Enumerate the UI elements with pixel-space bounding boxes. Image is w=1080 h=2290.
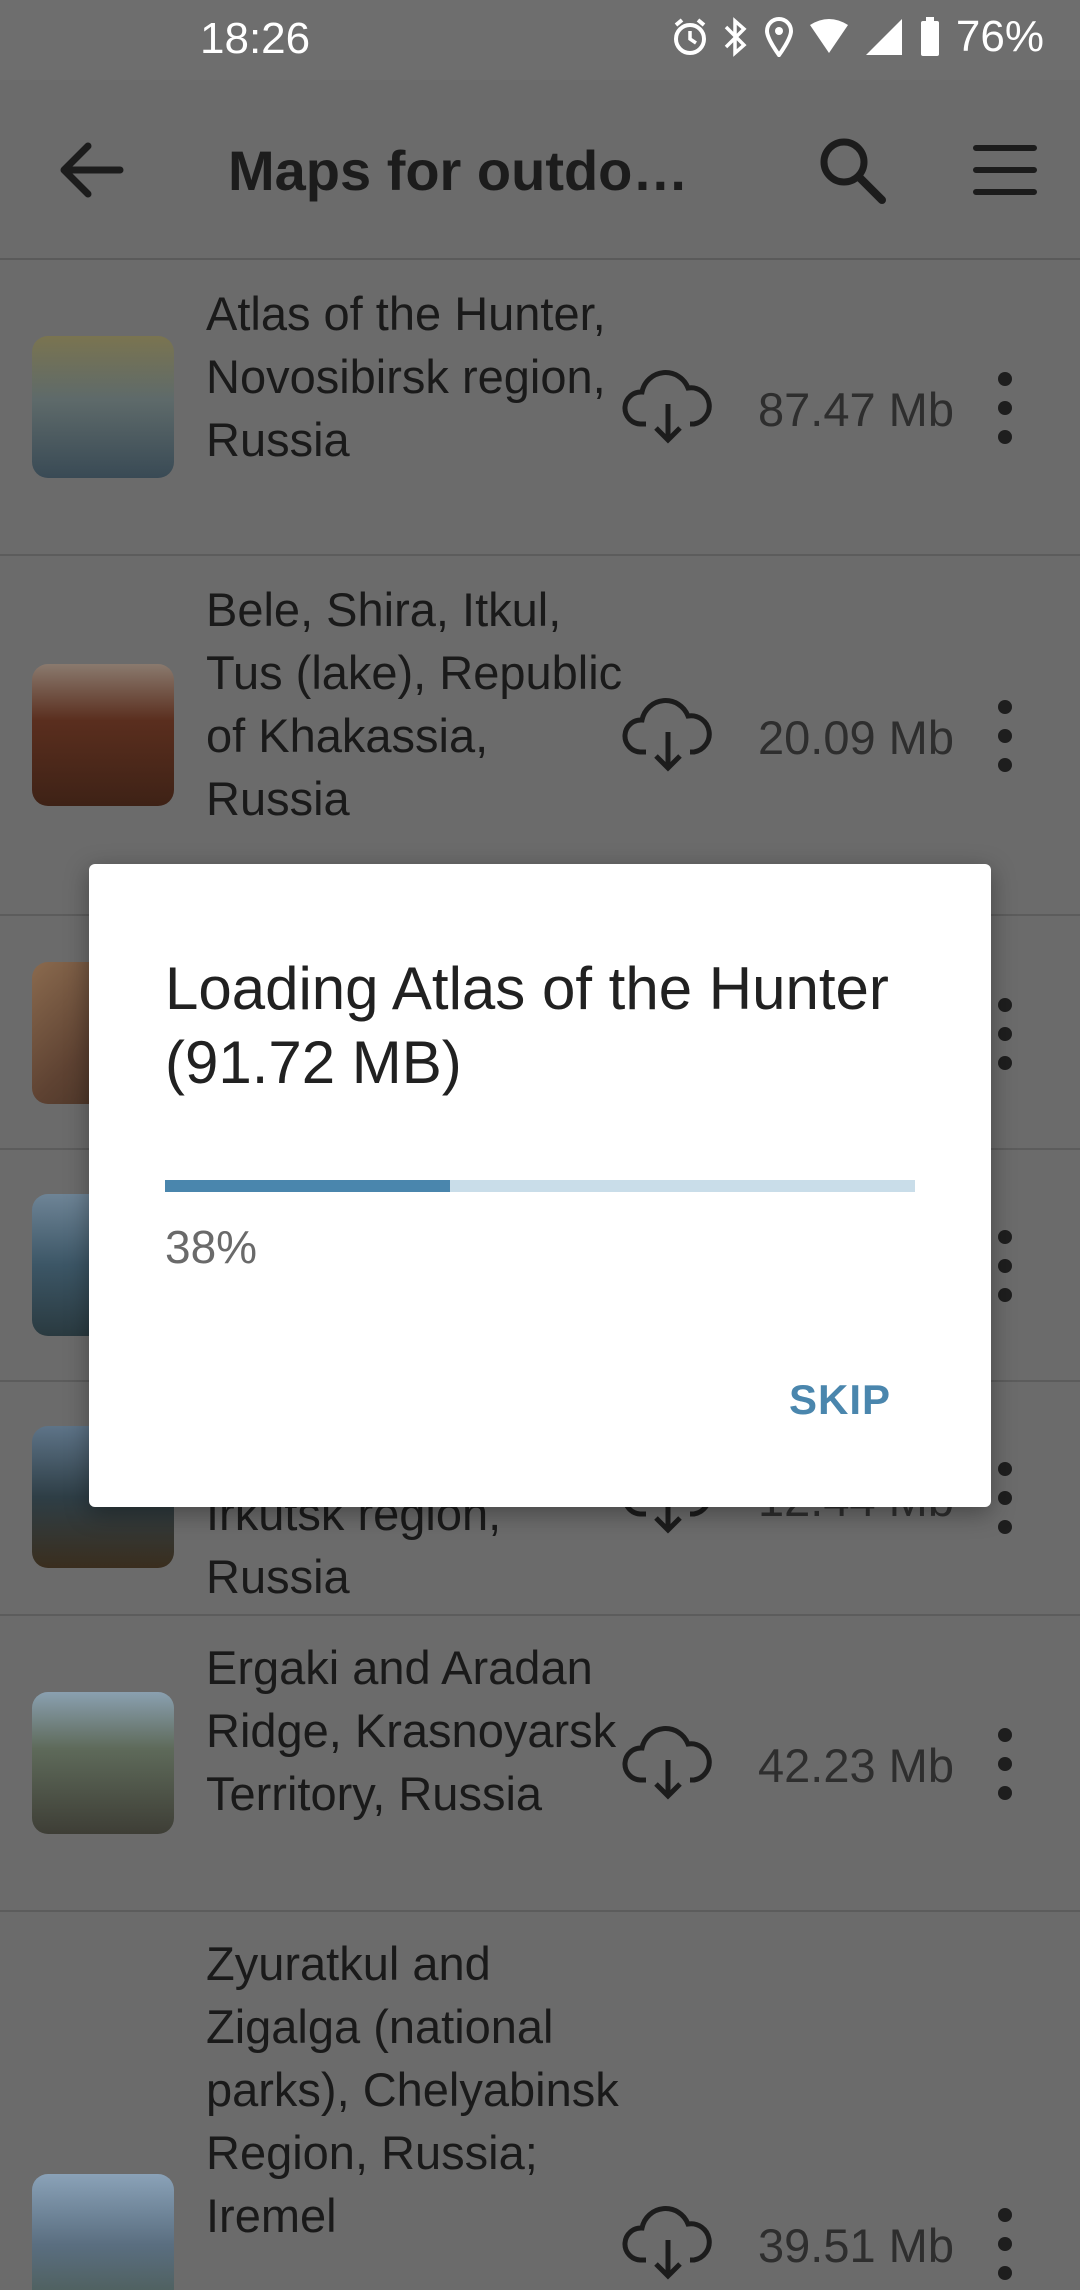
skip-button[interactable]: SKIP	[789, 1376, 891, 1424]
progress-percent: 38%	[165, 1221, 258, 1273]
progress-bar	[165, 1180, 915, 1192]
progress-bar-fill	[165, 1180, 450, 1192]
loading-dialog: Loading Atlas of the Hunter (91.72 MB) 3…	[89, 864, 991, 1507]
dialog-title: Loading Atlas of the Hunter (91.72 MB)	[165, 955, 889, 1096]
